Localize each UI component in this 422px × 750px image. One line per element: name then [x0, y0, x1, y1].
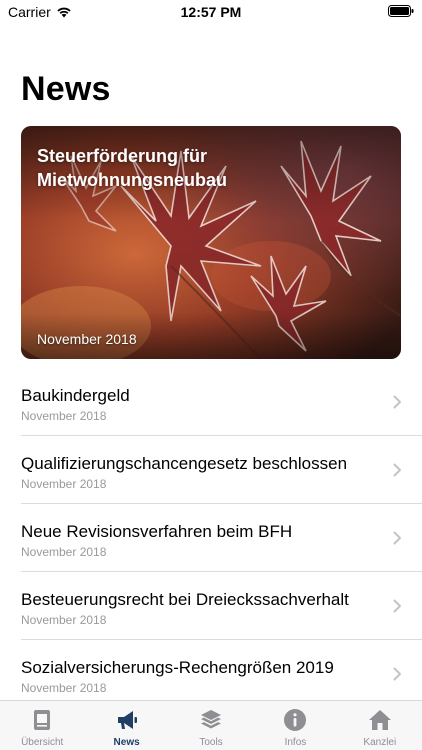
info-icon	[284, 709, 307, 731]
tab-label: Infos	[284, 737, 307, 748]
news-item-date: November 2018	[21, 477, 107, 491]
tab-uebersicht[interactable]: Übersicht	[0, 701, 84, 750]
document-icon	[34, 710, 51, 730]
news-list-item[interactable]: Qualifizierungschancengesetz beschlossen…	[21, 436, 422, 504]
tab-label: Tools	[199, 737, 223, 748]
news-item-title: Baukindergeld	[21, 386, 130, 405]
layers-icon	[201, 710, 222, 729]
news-item-title: Qualifizierungschancengesetz beschlossen	[21, 454, 348, 473]
news-item-date: November 2018	[21, 681, 107, 695]
featured-news-card[interactable]: Steuerförderung für Mietwohnungsneubau N…	[21, 126, 401, 359]
news-list: Baukindergeld November 2018 Qualifizieru…	[0, 368, 422, 708]
chevron-right-icon	[393, 395, 401, 409]
tab-news[interactable]: News	[84, 701, 168, 750]
news-item-date: November 2018	[21, 613, 107, 627]
tab-infos[interactable]: Infos	[253, 701, 337, 750]
tab-label: Übersicht	[21, 737, 64, 748]
tab-label: Kanzlei	[363, 737, 397, 748]
chevron-right-icon	[393, 599, 401, 613]
megaphone-icon	[117, 711, 137, 729]
tab-tools[interactable]: Tools	[169, 701, 253, 750]
chevron-right-icon	[393, 463, 401, 477]
battery-icon	[388, 5, 414, 17]
news-list-item[interactable]: Sozialversicherungs-Rechengrößen 2019 No…	[21, 640, 422, 708]
news-list-item[interactable]: Neue Revisionsverfahren beim BFH Novembe…	[21, 504, 422, 572]
news-item-date: November 2018	[21, 409, 107, 423]
news-item-date: November 2018	[21, 545, 107, 559]
page-title: News	[21, 70, 111, 108]
news-item-title: Neue Revisionsverfahren beim BFH	[21, 522, 293, 541]
tab-label: News	[113, 737, 140, 748]
status-time: 12:57 PM	[180, 4, 242, 20]
status-bar: Carrier 12:57 PM	[0, 0, 422, 24]
chevron-right-icon	[393, 667, 401, 681]
featured-news-title: Steuerförderung für Mietwohnungsneubau	[37, 146, 227, 190]
news-item-title: Sozialversicherungs-Rechengrößen 2019	[21, 658, 334, 677]
house-icon	[368, 710, 391, 730]
chevron-right-icon	[393, 531, 401, 545]
news-list-item[interactable]: Besteuerungsrecht bei Dreieckssachverhal…	[21, 572, 422, 640]
news-list-item[interactable]: Baukindergeld November 2018	[21, 368, 422, 436]
news-item-title: Besteuerungsrecht bei Dreieckssachverhal…	[21, 590, 349, 609]
featured-news-date: November 2018	[37, 331, 137, 347]
tab-bar: Übersicht News Tools Infos Kanzlei	[0, 700, 422, 750]
tab-kanzlei[interactable]: Kanzlei	[338, 701, 422, 750]
